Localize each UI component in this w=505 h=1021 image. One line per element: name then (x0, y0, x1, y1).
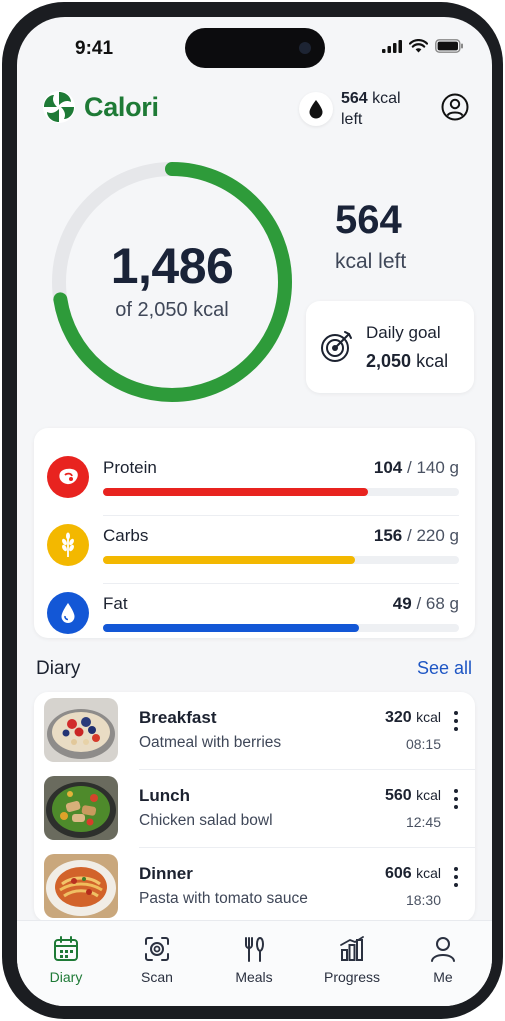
calendar-icon (54, 936, 78, 961)
meal-kcal: 606 kcal (384, 865, 441, 882)
tab-meals[interactable]: Meals (214, 935, 294, 985)
macro-progress-fill (103, 624, 360, 632)
diary-entry-dinner[interactable]: Dinner Pasta with tomato sauce 606 kcal … (34, 848, 475, 922)
daily-goal-value: 2,050 kcal (366, 351, 449, 371)
macro-row-protein[interactable]: Protein 104 / 140 g (34, 448, 475, 516)
battery-icon (435, 39, 463, 53)
app-name: Calori (84, 91, 159, 122)
kcal-chip-suffix: left (341, 111, 363, 128)
diary-title: Diary (36, 658, 81, 679)
macros-card: Protein 104 / 140 g Carbs 156 / 220 g Fa… (34, 428, 475, 638)
diary-list: Breakfast Oatmeal with berries 320 kcal … (34, 692, 475, 922)
macro-progress-track (103, 488, 459, 496)
macro-name: Carbs (103, 526, 149, 545)
meal-kcal: 320 kcal (384, 709, 441, 726)
chart-icon (340, 936, 364, 961)
target-icon (321, 331, 352, 362)
tab-label: Scan (141, 969, 173, 985)
dynamic-island (185, 28, 325, 68)
more-options-icon[interactable] (451, 788, 461, 810)
macro-name: Fat (103, 594, 128, 613)
macro-row-carbs[interactable]: Carbs 156 / 220 g (34, 516, 475, 584)
calorie-ring: 1,486 of 2,050 kcal (47, 157, 297, 407)
tab-label: Meals (235, 969, 273, 985)
macro-name: Protein (103, 458, 157, 477)
calories-goal-subtext: of 2,050 kcal (115, 298, 229, 321)
meal-time: 18:30 (405, 892, 441, 908)
see-all-link[interactable]: See all (417, 658, 472, 679)
profile-icon[interactable] (441, 93, 469, 121)
pasta-photo (44, 854, 118, 918)
meal-time: 08:15 (405, 736, 441, 752)
macro-value: 49 / 68 g (392, 594, 459, 613)
tab-bar: Diary Scan Meals Progress Me (17, 920, 492, 1006)
meal-description: Chicken salad bowl (139, 812, 273, 829)
wifi-icon (409, 39, 428, 53)
salad-bowl-photo (44, 776, 118, 840)
kcal-left-value: 564 (335, 198, 402, 242)
status-time: 9:41 (75, 38, 114, 59)
meal-kcal: 560 kcal (384, 787, 441, 804)
meal-name: Dinner (139, 864, 193, 883)
user-icon (431, 937, 455, 962)
macro-progress-fill (103, 556, 356, 564)
macro-value: 104 / 140 g (373, 458, 459, 477)
status-bar: 9:41 (17, 17, 492, 77)
app-screen: 9:41 Calori 564 kcal left 1,486 of 2,050… (17, 17, 492, 1006)
tab-progress[interactable]: Progress (312, 935, 392, 985)
meal-description: Pasta with tomato sauce (139, 890, 308, 907)
diary-entry-breakfast[interactable]: Breakfast Oatmeal with berries 320 kcal … (34, 692, 475, 770)
scan-icon (145, 937, 169, 961)
app-logo: Calori (42, 90, 159, 124)
tab-diary[interactable]: Diary (26, 935, 106, 985)
tab-scan[interactable]: Scan (117, 935, 197, 985)
tab-me[interactable]: Me (403, 935, 483, 985)
kcal-chip-text: 564 kcal left (341, 88, 421, 130)
macro-progress-track (103, 624, 459, 632)
meal-description: Oatmeal with berries (139, 734, 282, 751)
steak-icon (47, 456, 89, 498)
more-options-icon[interactable] (451, 866, 461, 888)
macro-progress-fill (103, 488, 368, 496)
drop-icon (47, 592, 89, 634)
macro-progress-track (103, 556, 459, 564)
leaf-swirl-logo-icon (43, 91, 75, 123)
tab-label: Progress (323, 969, 381, 985)
utensils-icon (245, 936, 264, 962)
tab-label: Diary (49, 969, 83, 985)
kcal-left-chip[interactable]: 564 kcal left (299, 88, 421, 130)
kcal-left-label: kcal left (335, 250, 407, 273)
more-options-icon[interactable] (451, 710, 461, 732)
daily-goal-label: Daily goal (366, 323, 441, 342)
meal-name: Breakfast (139, 708, 217, 727)
calories-consumed: 1,486 (110, 237, 234, 294)
diary-entry-lunch[interactable]: Lunch Chicken salad bowl 560 kcal 12:45 (34, 770, 475, 848)
phone-frame: 9:41 Calori 564 kcal left 1,486 of 2,050… (2, 2, 503, 1019)
water-drop-icon (299, 92, 333, 126)
kcal-chip-value: 564 (341, 90, 368, 107)
macro-row-fat[interactable]: Fat 49 / 68 g (34, 584, 475, 652)
tab-label: Me (433, 969, 453, 985)
oatmeal-photo (44, 698, 118, 762)
signal-icon (382, 39, 402, 53)
daily-goal-card[interactable]: Daily goal 2,050 kcal (306, 301, 474, 393)
kcal-chip-unit: kcal (372, 90, 401, 107)
wheat-icon (47, 524, 89, 566)
meal-time: 12:45 (405, 814, 441, 830)
macro-value: 156 / 220 g (373, 526, 459, 545)
meal-name: Lunch (139, 786, 190, 805)
status-icons (382, 39, 464, 53)
